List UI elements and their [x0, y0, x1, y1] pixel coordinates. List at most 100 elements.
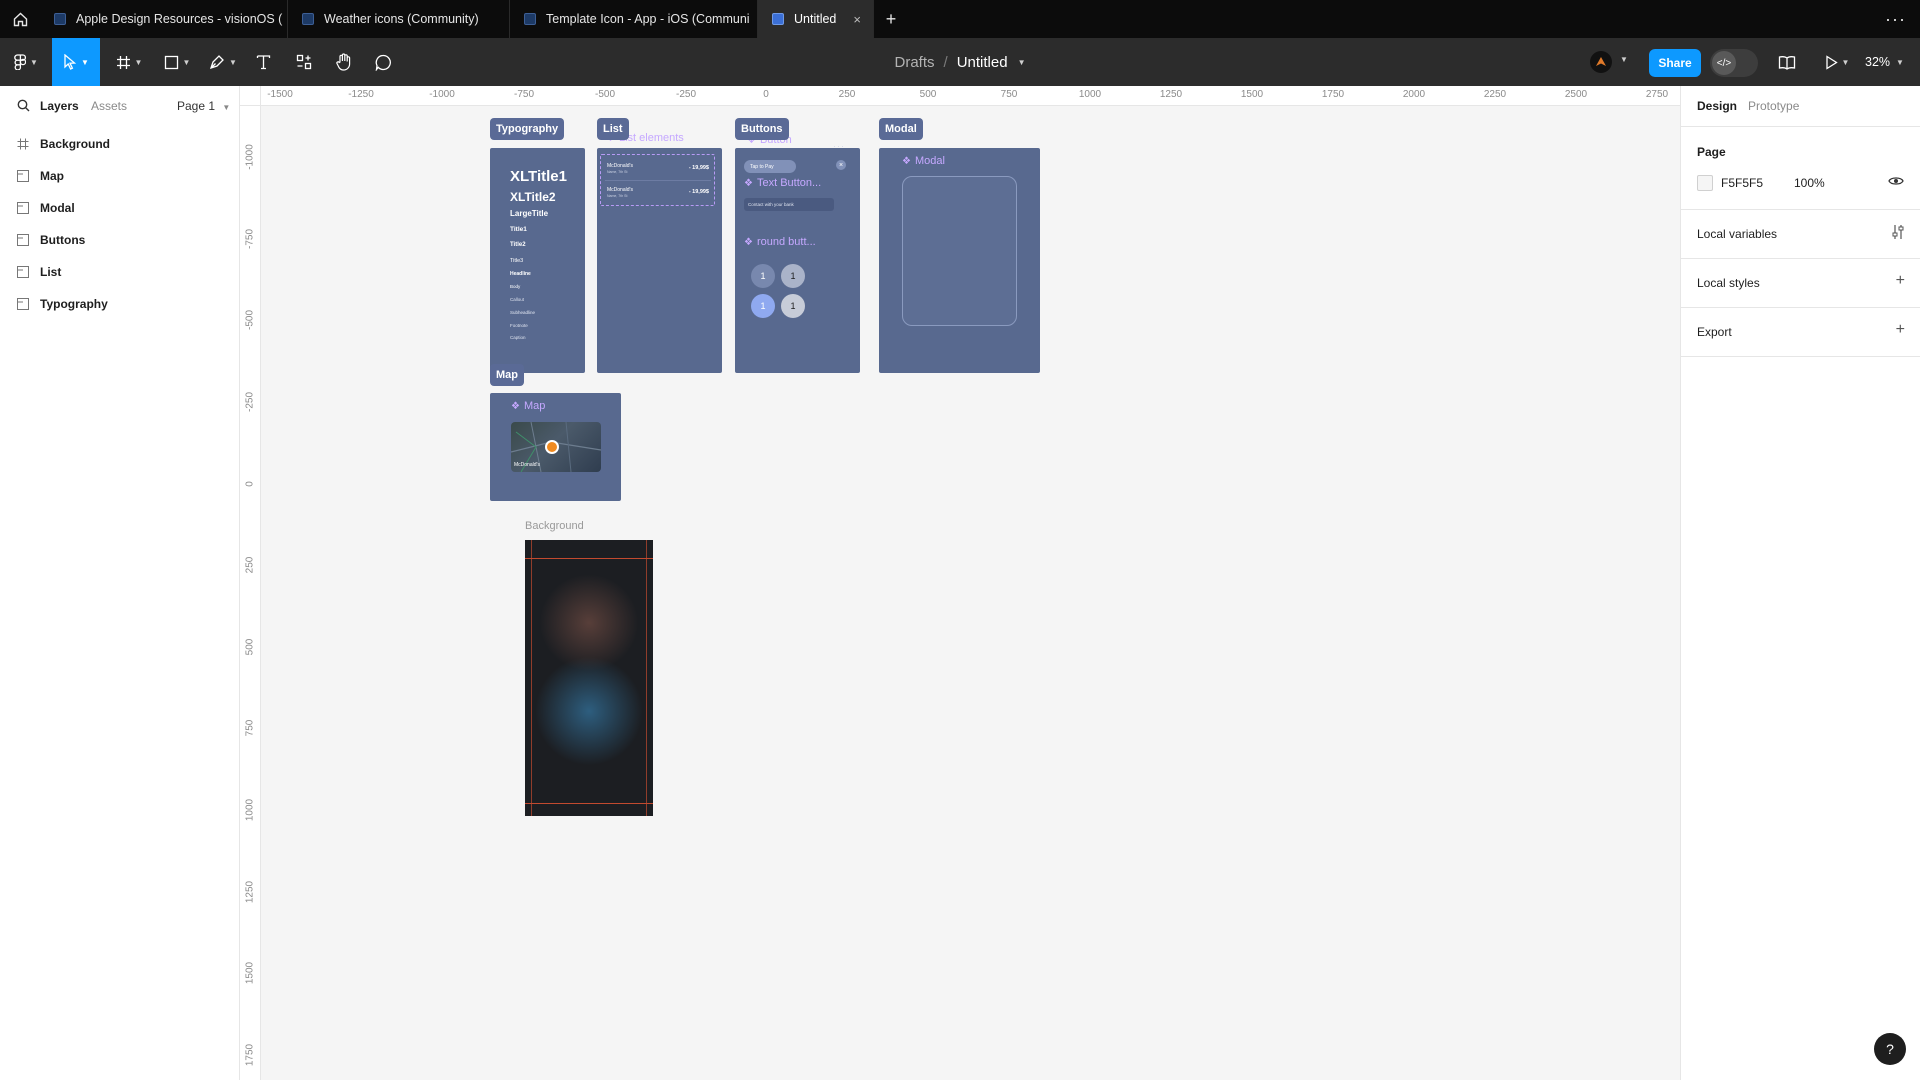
- ruler-tick-label: -1000: [429, 89, 455, 100]
- map-preview[interactable]: McDonald's: [511, 422, 601, 472]
- section-label-typography[interactable]: Typography: [490, 118, 565, 140]
- section-label-list[interactable]: List: [597, 118, 629, 140]
- new-tab-button[interactable]: +: [880, 0, 902, 38]
- zoom-level: 32%: [1865, 55, 1891, 69]
- component-label-round-button[interactable]: ❖ round butt...: [744, 236, 816, 248]
- bank-text-field[interactable]: Contact with your bank: [744, 198, 834, 211]
- code-brackets-icon: </>: [1712, 51, 1736, 75]
- figma-file-icon: [54, 13, 66, 25]
- component-label-modal[interactable]: ❖ Modal: [902, 155, 945, 167]
- ruler-tick-label: -500: [244, 309, 256, 331]
- browser-tab-untitled[interactable]: Untitled ×: [758, 0, 874, 38]
- dev-mode-toggle[interactable]: </>: [1710, 49, 1758, 77]
- page-heading: Page: [1697, 145, 1726, 159]
- component-diamond-icon: ❖: [744, 236, 753, 248]
- file-name[interactable]: Untitled: [957, 54, 1008, 71]
- properties-panel: Design Prototype Page F5F5F5 100% Local …: [1680, 86, 1920, 1080]
- round-button[interactable]: 1: [751, 294, 775, 318]
- page-color-swatch[interactable]: [1697, 175, 1713, 191]
- browser-tab-visionos[interactable]: Apple Design Resources - visionOS (: [40, 0, 288, 38]
- layer-row-map[interactable]: Map: [0, 160, 240, 192]
- more-options-icon[interactable]: ···: [833, 141, 845, 151]
- browser-tab-weather-icons[interactable]: Weather icons (Community): [288, 0, 510, 38]
- ruler-tick-label: 1750: [1321, 89, 1345, 100]
- ruler-vertical: -1000 -750 -500 -250 0 250 500 750 1000 …: [240, 106, 261, 1080]
- guide-line: [525, 558, 653, 559]
- component-name: Text Button...: [756, 177, 822, 189]
- ruler-tick-label: 1750: [244, 1043, 256, 1067]
- tab-design[interactable]: Design: [1697, 99, 1737, 113]
- add-plus-icon[interactable]: +: [1896, 321, 1905, 339]
- share-button[interactable]: Share: [1649, 49, 1701, 77]
- section-label-map[interactable]: Map: [490, 364, 524, 386]
- component-label-map[interactable]: ❖ Map: [511, 400, 545, 412]
- component-diamond-icon: ❖: [511, 400, 520, 412]
- more-menu-button[interactable]: ···: [1885, 0, 1906, 38]
- page-selector[interactable]: Page 1 ▼: [177, 99, 230, 113]
- zoom-menu[interactable]: 32% ▼: [1865, 38, 1904, 86]
- modal-frame[interactable]: ❖ Modal: [879, 148, 1040, 373]
- ruler-tick-label: 1500: [244, 961, 256, 985]
- list-frame[interactable]: McDonald's Name, 7th St - 19,99$ McDonal…: [597, 148, 722, 373]
- home-button[interactable]: [0, 0, 40, 38]
- close-icon[interactable]: ×: [836, 160, 846, 170]
- ruler-tick-label: 1500: [1240, 89, 1264, 100]
- search-icon[interactable]: [17, 99, 30, 117]
- component-name: List elements: [618, 132, 684, 144]
- add-plus-icon[interactable]: +: [1896, 272, 1905, 290]
- tap-to-pay-pill[interactable]: Tap to Pay: [744, 160, 796, 173]
- design-canvas[interactable]: Typography XLTitle1 XLTitle2 LargeTitle …: [261, 106, 1680, 1080]
- local-styles-row[interactable]: Local styles +: [1681, 259, 1920, 308]
- chevron-down-icon[interactable]: ▼: [1620, 55, 1628, 64]
- round-button[interactable]: 1: [751, 264, 775, 288]
- eye-visibility-icon[interactable]: [1888, 174, 1904, 193]
- close-tab-icon[interactable]: ×: [853, 12, 861, 27]
- export-row[interactable]: Export +: [1681, 308, 1920, 357]
- layer-name: Background: [40, 137, 111, 151]
- buttons-frame[interactable]: Tap to Pay × ❖ Text Button... Contact wi…: [735, 148, 860, 373]
- tab-prototype[interactable]: Prototype: [1748, 99, 1799, 113]
- section-icon: [17, 266, 29, 278]
- map-frame[interactable]: ❖ Map McDonald's: [490, 393, 621, 501]
- section-label-modal[interactable]: Modal: [879, 118, 923, 140]
- browser-tab-template-icon[interactable]: Template Icon - App - iOS (Communi: [510, 0, 758, 38]
- chevron-down-icon: ▼: [1841, 57, 1850, 67]
- layer-name: Modal: [40, 201, 75, 215]
- type-sample-title2: Title2: [510, 242, 526, 248]
- layer-row-background[interactable]: Background: [0, 128, 240, 160]
- modal-glass-panel[interactable]: [902, 176, 1017, 326]
- help-button[interactable]: ?: [1874, 1033, 1906, 1065]
- local-variables-row[interactable]: Local variables: [1681, 210, 1920, 259]
- component-label-text-button[interactable]: ❖ Text Button...: [744, 177, 821, 189]
- list-row[interactable]: McDonald's Name, 7th St - 19,99$: [605, 187, 711, 205]
- layer-row-typography[interactable]: Typography: [0, 288, 240, 320]
- layer-row-buttons[interactable]: Buttons: [0, 224, 240, 256]
- library-button[interactable]: [1775, 38, 1799, 86]
- map-pin-icon[interactable]: [545, 440, 559, 454]
- chevron-down-icon[interactable]: ▼: [1018, 58, 1026, 67]
- layer-row-list[interactable]: List: [0, 256, 240, 288]
- frame-label-background[interactable]: Background: [525, 520, 584, 532]
- list-row-subtitle: Name, 7th St: [607, 170, 628, 174]
- component-diamond-icon: ❖: [744, 177, 753, 189]
- avatar-glyph-icon: [1596, 57, 1606, 66]
- typography-frame[interactable]: XLTitle1 XLTitle2 LargeTitle Title1 Titl…: [490, 148, 585, 373]
- user-avatar[interactable]: [1590, 51, 1612, 73]
- page-opacity-value[interactable]: 100%: [1794, 176, 1825, 190]
- round-button[interactable]: 1: [781, 294, 805, 318]
- tab-assets[interactable]: Assets: [91, 99, 127, 113]
- tab-label: Apple Design Resources - visionOS (: [76, 12, 283, 26]
- background-frame[interactable]: [525, 540, 653, 816]
- layer-name: List: [40, 265, 62, 279]
- tab-layers[interactable]: Layers: [40, 99, 79, 113]
- section-label-buttons[interactable]: Buttons: [735, 118, 789, 140]
- breadcrumb-drafts[interactable]: Drafts: [895, 54, 935, 71]
- round-button[interactable]: 1: [781, 264, 805, 288]
- guide-line: [646, 540, 647, 816]
- sliders-icon[interactable]: [1891, 224, 1905, 245]
- layer-row-modal[interactable]: Modal: [0, 192, 240, 224]
- present-button[interactable]: ▼: [1822, 38, 1852, 86]
- type-sample-xltitle1: XLTitle1: [510, 168, 567, 185]
- page-color-value[interactable]: F5F5F5: [1721, 176, 1763, 190]
- list-row[interactable]: McDonald's Name, 7th St - 19,99$: [605, 163, 711, 181]
